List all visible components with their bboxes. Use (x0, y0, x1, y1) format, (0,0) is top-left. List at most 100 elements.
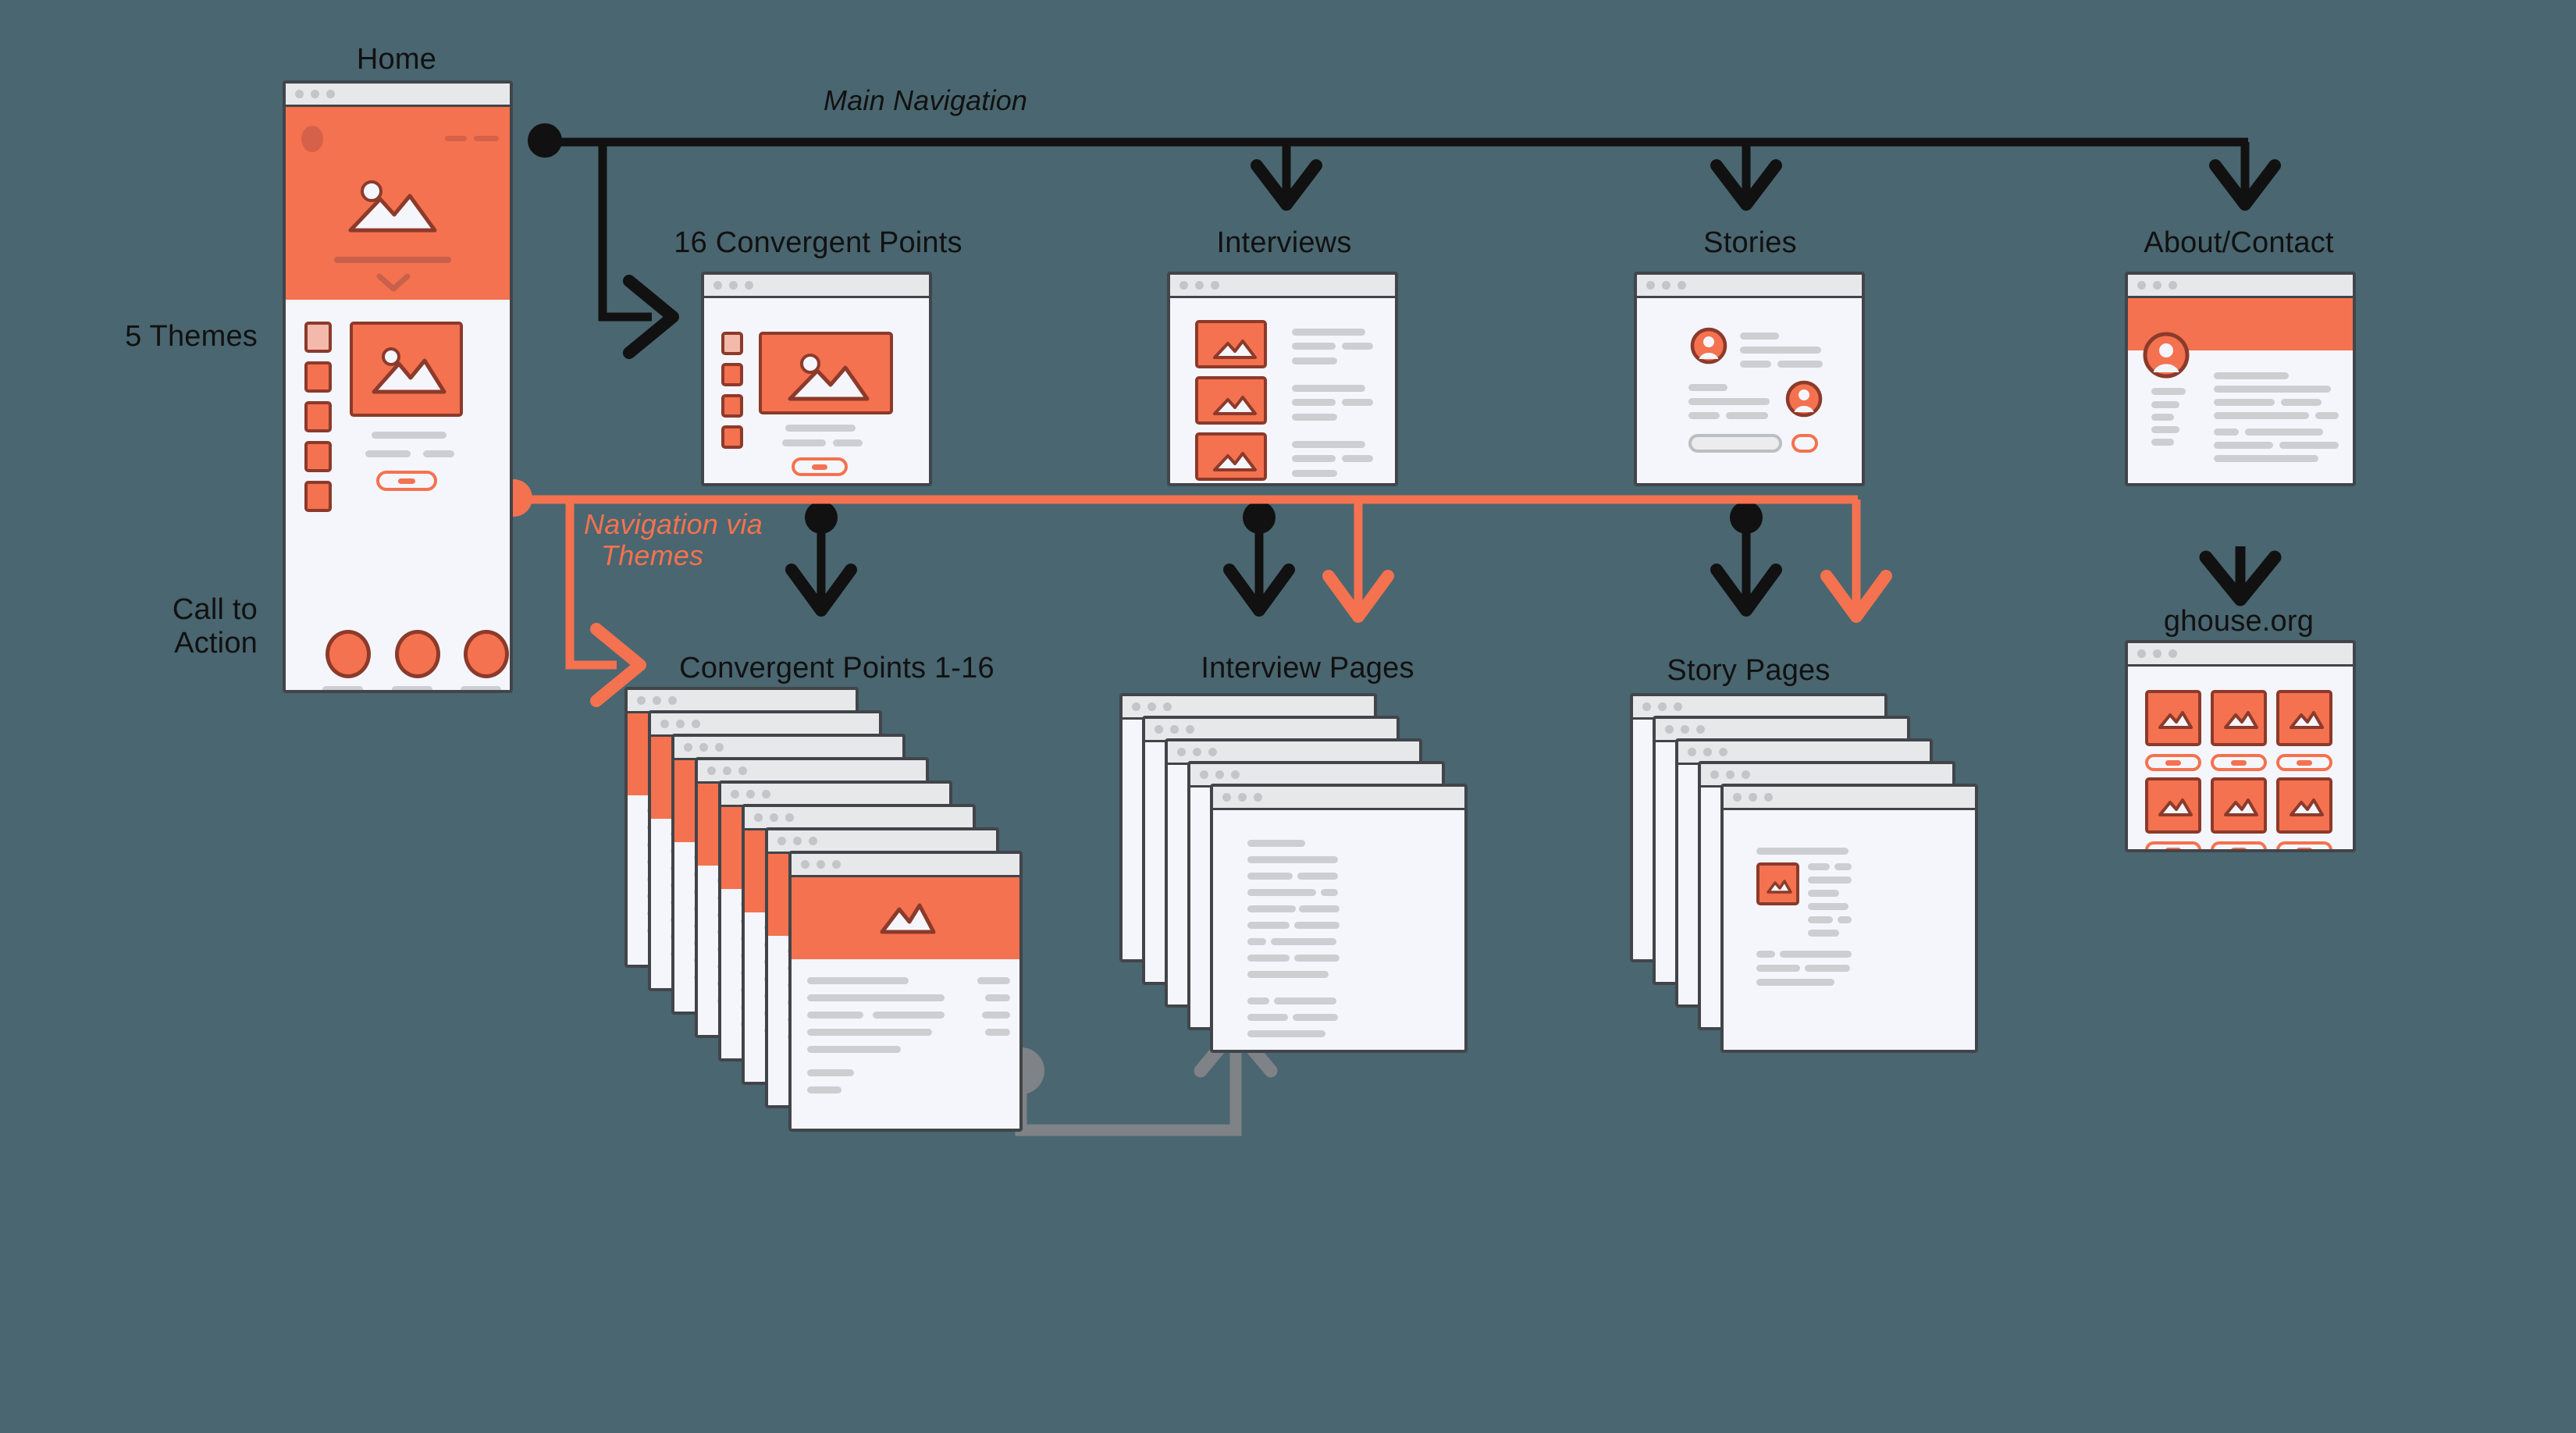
stack-card-front-interview[interactable] (1210, 784, 1468, 1053)
text-placeholder (977, 977, 1010, 984)
browser-dot-icon (1719, 748, 1727, 756)
text-placeholder (2151, 426, 2179, 433)
gallery-tile-6[interactable] (2276, 777, 2332, 834)
search-field[interactable] (1688, 434, 1782, 453)
theme-swatch-4[interactable] (721, 425, 743, 449)
text-placeholder (807, 1069, 854, 1076)
text-placeholder (2214, 455, 2318, 462)
theme-swatch-1[interactable] (304, 322, 332, 353)
label-nav-themes-line1: Navigation via (584, 508, 763, 540)
text-placeholder (873, 1012, 945, 1019)
label-story-pages: Story Pages (1667, 654, 1831, 687)
text-placeholder (982, 1012, 1010, 1019)
gallery-tile-5[interactable] (2211, 777, 2267, 834)
gallery-button-3[interactable] (2276, 754, 2332, 771)
theme-swatch-2[interactable] (304, 361, 332, 393)
card-about-contact[interactable] (2125, 272, 2356, 486)
card-interviews[interactable] (1167, 272, 1398, 486)
card-stories[interactable] (1634, 272, 1865, 486)
browser-dot-icon (660, 720, 669, 728)
label-home: Home (356, 43, 437, 76)
text-placeholder (2281, 399, 2322, 406)
text-placeholder (1247, 905, 1296, 912)
card-ghouse-org[interactable] (2125, 640, 2356, 852)
text-placeholder (1292, 455, 1336, 462)
filter-button[interactable] (1791, 434, 1818, 453)
text-placeholder (2279, 442, 2339, 449)
label-stories: Stories (1703, 226, 1797, 259)
browser-dot-icon (1662, 281, 1670, 290)
text-placeholder (1247, 955, 1290, 962)
text-placeholder (1247, 889, 1316, 896)
image-placeholder-icon (2289, 796, 2325, 817)
browser-dot-icon (699, 743, 708, 752)
label-interviews: Interviews (1216, 226, 1352, 259)
stack-card-front-convergent[interactable] (788, 851, 1023, 1132)
text-placeholder (1342, 399, 1373, 406)
browser-dot-icon (2169, 281, 2177, 290)
gallery-button-4[interactable] (2145, 841, 2201, 849)
gallery-tile-1[interactable] (2145, 690, 2201, 746)
browser-dot-icon (770, 813, 778, 822)
image-placeholder-icon (2223, 709, 2259, 730)
theme-swatch-1[interactable] (721, 332, 743, 355)
browser-dot-icon (1696, 725, 1705, 734)
browser-dot-icon (1222, 793, 1231, 802)
browser-dot-icon (729, 281, 738, 290)
text-placeholder (1247, 1014, 1288, 1021)
cta-avatar-2 (395, 630, 440, 678)
theme-swatch-5[interactable] (304, 481, 332, 512)
label-call-to-action: Call to Action (78, 593, 258, 660)
avatar-icon (1690, 327, 1727, 364)
browser-dot-icon (745, 281, 753, 290)
text-placeholder (1292, 470, 1337, 477)
text-placeholder (2245, 428, 2323, 436)
browser-chrome (704, 275, 929, 298)
text-placeholder (461, 686, 501, 690)
text-placeholder (1293, 1014, 1338, 1021)
interview-thumb-3 (1195, 432, 1267, 481)
theme-swatch-3[interactable] (304, 401, 332, 432)
gallery-button-5[interactable] (2211, 841, 2267, 849)
label-interview-pages: Interview Pages (1201, 652, 1414, 684)
gallery-tile-3[interactable] (2276, 690, 2332, 746)
text-placeholder (1780, 951, 1852, 958)
text-placeholder (1808, 930, 1839, 937)
text-placeholder (807, 994, 945, 1001)
chevron-down-icon[interactable] (375, 272, 411, 293)
browser-dot-icon (1238, 793, 1247, 802)
browser-dot-icon (676, 720, 685, 728)
label-convergent-points-1-16: Convergent Points 1-16 (679, 652, 994, 684)
label-5-themes: 5 Themes (125, 320, 258, 353)
label-call-to-action-line2: Action (174, 626, 258, 660)
image-placeholder-icon (879, 899, 937, 935)
browser-dot-icon (2153, 649, 2161, 658)
text-placeholder (1808, 903, 1848, 910)
gallery-button-2[interactable] (2211, 754, 2267, 771)
text-placeholder (807, 977, 909, 984)
cta-button[interactable] (792, 457, 848, 476)
theme-swatch-4[interactable] (304, 441, 332, 472)
card-16-convergent-points[interactable] (701, 272, 932, 486)
browser-dot-icon (653, 696, 661, 705)
text-placeholder (1740, 347, 1821, 354)
text-placeholder (2214, 442, 2273, 449)
gallery-tile-4[interactable] (2145, 777, 2201, 834)
cta-button[interactable] (376, 471, 437, 491)
browser-dot-icon (1147, 702, 1156, 711)
gallery-button-1[interactable] (2145, 754, 2201, 771)
theme-swatch-3[interactable] (721, 394, 743, 418)
text-placeholder (1299, 905, 1340, 912)
browser-dot-icon (326, 90, 335, 98)
browser-dot-icon (762, 790, 770, 798)
gallery-button-6[interactable] (2276, 841, 2332, 849)
browser-dot-icon (785, 813, 794, 822)
browser-dot-icon (1674, 702, 1682, 711)
stack-story-pages (1630, 693, 1997, 1053)
theme-swatch-2[interactable] (721, 363, 743, 386)
stack-card-front-story[interactable] (1720, 784, 1978, 1053)
browser-dot-icon (817, 860, 825, 869)
gallery-tile-2[interactable] (2211, 690, 2267, 746)
browser-dot-icon (1681, 725, 1689, 734)
card-home[interactable] (283, 80, 513, 693)
